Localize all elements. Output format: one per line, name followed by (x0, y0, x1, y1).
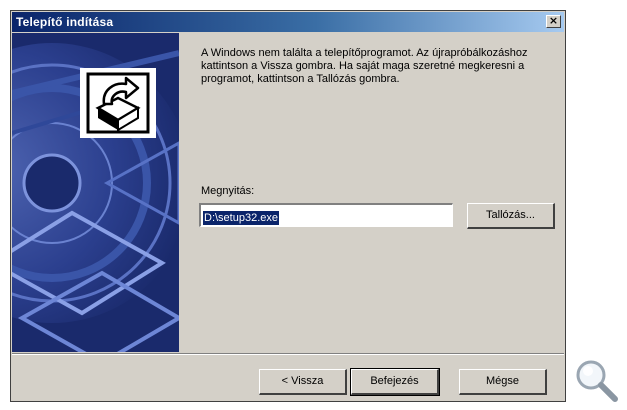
open-path-value: D:\setup32.exe (202, 210, 280, 226)
finish-button[interactable]: Befejezés (350, 368, 440, 396)
open-label: Megnyitás: (201, 185, 255, 197)
footer-separator (12, 353, 564, 355)
title-bar[interactable]: Telepítő indítása × (12, 12, 564, 32)
browse-button[interactable]: Tallózás... (467, 203, 555, 229)
open-path-input[interactable]: D:\setup32.exe (199, 203, 453, 227)
back-button[interactable]: < Vissza (259, 369, 347, 395)
dialog-title: Telepítő indítása (16, 15, 114, 29)
dialog-content: A Windows nem találta a telepítőprogramo… (189, 33, 561, 352)
info-message: A Windows nem találta a telepítőprogramo… (201, 47, 528, 85)
install-program-icon (80, 68, 156, 138)
wizard-banner (12, 33, 179, 352)
setup-dialog: Telepítő indítása × A Windows nem talált… (10, 10, 566, 402)
cancel-button[interactable]: Mégse (459, 369, 547, 395)
close-button[interactable]: × (546, 15, 561, 28)
magnifier-icon[interactable] (572, 356, 620, 404)
